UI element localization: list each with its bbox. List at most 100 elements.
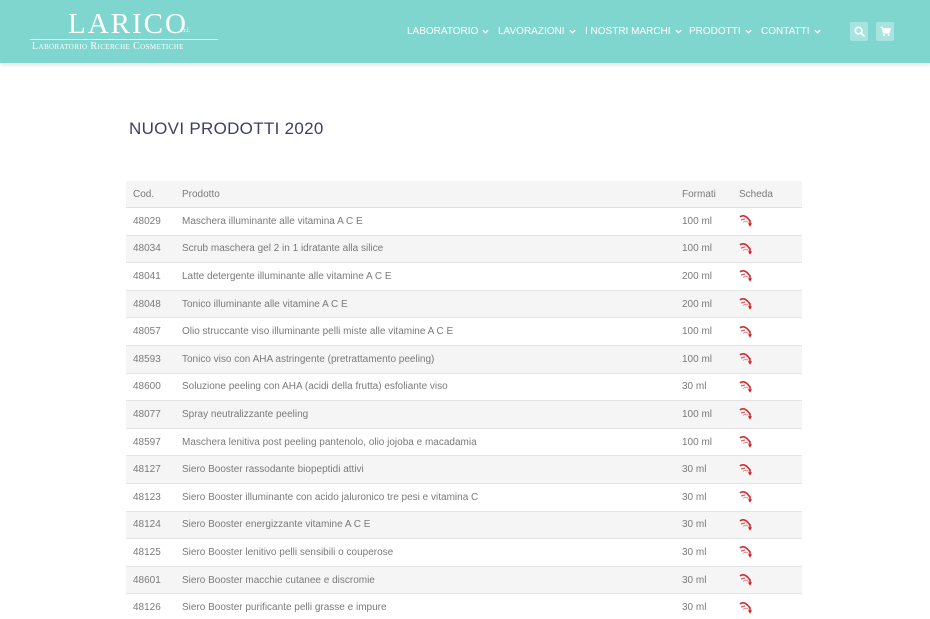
- pdf-download-link[interactable]: [739, 600, 755, 616]
- nav-item-label: I NOSTRI MARCHI: [585, 26, 671, 37]
- cell-prodotto: Siero Booster purificante pelli grasse e…: [182, 602, 387, 614]
- pdf-icon: [739, 436, 752, 448]
- table-row: 48123 Siero Booster illuminante con acid…: [126, 484, 802, 512]
- logo-suffix: s.r.l.: [180, 28, 191, 34]
- cell-prodotto: Soluzione peeling con AHA (acidi della f…: [182, 381, 448, 393]
- logo-divider: [30, 39, 218, 40]
- pdf-download-link[interactable]: [739, 268, 755, 284]
- pdf-download-link[interactable]: [739, 213, 755, 229]
- pdf-icon: [739, 546, 752, 559]
- cell-prodotto: Siero Booster macchie cutanee e discromi…: [182, 574, 375, 586]
- pdf-download-link[interactable]: [739, 324, 755, 340]
- header-scheda: Scheda: [739, 188, 773, 200]
- pdf-icon: [739, 491, 752, 504]
- cell-scheda: [739, 484, 755, 511]
- pdf-download-link[interactable]: [739, 241, 755, 257]
- pdf-icon: [739, 298, 752, 310]
- cell-scheda: [739, 512, 755, 539]
- table-row: 48600 Soluzione peeling con AHA (acidi d…: [126, 374, 802, 402]
- nav-item-label: LABORATORIO: [407, 26, 479, 37]
- pdf-download-link[interactable]: [739, 379, 755, 395]
- cell-cod: 48593: [133, 353, 161, 365]
- nav-item-label: LAVORAZIONI: [498, 26, 565, 37]
- pdf-download-link[interactable]: [739, 544, 755, 560]
- chevron-down-icon: [745, 29, 752, 34]
- pdf-download-link[interactable]: [739, 517, 755, 533]
- cell-prodotto: Siero Booster illuminante con acido jalu…: [182, 491, 479, 503]
- pdf-download-link[interactable]: [739, 489, 755, 505]
- cell-prodotto: Tonico viso con AHA astringente (pretrat…: [182, 353, 435, 365]
- cell-formati: 100 ml: [682, 408, 713, 420]
- cell-scheda: [739, 456, 755, 483]
- cell-prodotto: Tonico illuminante alle vitamine A C E: [182, 298, 348, 310]
- logo[interactable]: LARICO s.r.l. Laboratorio Ricerche Cosme…: [30, 8, 220, 52]
- pdf-icon: [739, 353, 752, 366]
- pdf-icon: [739, 601, 752, 614]
- pdf-download-link[interactable]: [739, 406, 755, 422]
- cell-formati: 30 ml: [682, 546, 707, 558]
- cell-prodotto: Maschera illuminante alle vitamina A C E: [182, 215, 363, 227]
- pdf-download-link[interactable]: [739, 351, 755, 367]
- cell-cod: 48123: [133, 491, 161, 503]
- table-row: 48601 Siero Booster macchie cutanee e di…: [126, 566, 802, 595]
- pdf-icon: [739, 573, 752, 586]
- nav-item-lavorazioni[interactable]: LAVORAZIONI: [498, 25, 576, 39]
- cell-formati: 30 ml: [682, 602, 707, 614]
- table-row: 48126 Siero Booster purificante pelli gr…: [126, 594, 802, 619]
- table-row: 48077 Spray neutralizzante peeling 100 m…: [126, 401, 802, 429]
- cell-prodotto: Olio struccante viso illuminante pelli m…: [182, 326, 454, 338]
- cell-prodotto: Siero Booster energizzante vitamine A C …: [182, 519, 371, 531]
- nav-item-marchi[interactable]: I NOSTRI MARCHI: [585, 25, 682, 39]
- table-row: 48125 Siero Booster lenitivo pelli sensi…: [126, 539, 802, 567]
- header-cod: Cod.: [133, 188, 155, 200]
- cell-prodotto: Siero Booster lenitivo pelli sensibili o…: [182, 546, 394, 558]
- nav-item-laboratorio[interactable]: LABORATORIO: [407, 25, 489, 39]
- cell-prodotto: Maschera lenitiva post peeling pantenolo…: [182, 436, 477, 448]
- pdf-icon: [739, 325, 752, 338]
- cell-scheda: [739, 401, 755, 428]
- pdf-icon: [739, 215, 752, 228]
- cell-formati: 200 ml: [682, 270, 713, 282]
- cell-cod: 48034: [133, 243, 161, 255]
- pdf-icon: [739, 380, 752, 393]
- chevron-down-icon: [674, 29, 682, 34]
- pdf-download-link[interactable]: [739, 572, 755, 588]
- chevron-down-icon: [482, 29, 489, 34]
- cell-formati: 100 ml: [682, 243, 713, 255]
- cell-prodotto: Latte detergente illuminante alle vitami…: [182, 270, 392, 282]
- table-row: 48057 Olio struccante viso illuminante p…: [126, 318, 802, 346]
- cell-scheda: [739, 567, 755, 594]
- pdf-download-link[interactable]: [739, 434, 755, 450]
- pdf-icon: [739, 463, 752, 476]
- cell-formati: 100 ml: [682, 353, 713, 365]
- pdf-icon: [739, 270, 752, 283]
- chevron-down-icon: [568, 29, 576, 34]
- cell-formati: 30 ml: [682, 491, 707, 503]
- pdf-download-link[interactable]: [739, 462, 755, 478]
- pdf-icon: [739, 518, 752, 531]
- products-table: Cod. Prodotto Formati Scheda 48029 Masch…: [126, 181, 802, 619]
- nav-item-contatti[interactable]: CONTATTI: [761, 25, 821, 39]
- cell-formati: 100 ml: [682, 326, 713, 338]
- cell-prodotto: Siero Booster rassodante biopeptidi atti…: [182, 464, 364, 476]
- cell-cod: 48125: [133, 546, 161, 558]
- cell-cod: 48048: [133, 298, 161, 310]
- cell-scheda: [739, 236, 755, 263]
- cell-cod: 48600: [133, 381, 161, 393]
- search-icon: [853, 26, 865, 37]
- cell-scheda: [739, 374, 755, 401]
- table-row: 48597 Maschera lenitiva post peeling pan…: [126, 429, 802, 457]
- cell-cod: 48057: [133, 326, 161, 338]
- cell-scheda: [739, 291, 755, 318]
- site-header: LARICO s.r.l. Laboratorio Ricerche Cosme…: [0, 0, 930, 63]
- search-button[interactable]: [850, 22, 868, 41]
- cart-icon: [879, 26, 891, 36]
- cell-formati: 200 ml: [682, 298, 713, 310]
- cart-button[interactable]: [876, 22, 894, 41]
- pdf-download-link[interactable]: [739, 296, 755, 312]
- table-row: 48041 Latte detergente illuminante alle …: [126, 263, 802, 291]
- cell-formati: 100 ml: [682, 436, 713, 448]
- nav-item-prodotti[interactable]: PRODOTTI: [689, 25, 752, 39]
- table-body: 48029 Maschera illuminante alle vitamina…: [126, 208, 802, 619]
- table-header: Cod. Prodotto Formati Scheda: [126, 181, 802, 208]
